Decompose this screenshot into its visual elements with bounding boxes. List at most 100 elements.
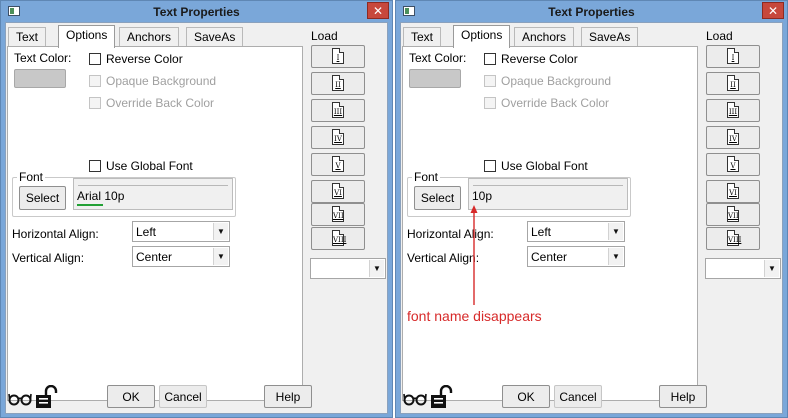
document-icon: II <box>332 75 344 91</box>
text-color-swatch[interactable] <box>14 69 66 88</box>
load-button-4[interactable]: IV <box>311 126 365 149</box>
chevron-down-icon[interactable]: ▼ <box>213 223 228 240</box>
vertical-align-value: Center <box>531 250 568 264</box>
chevron-down-icon[interactable]: ▼ <box>369 260 384 277</box>
document-icon: VIII <box>332 230 346 246</box>
tab-options[interactable]: Options <box>58 25 116 48</box>
font-name: Arial <box>77 189 102 203</box>
load-button-2[interactable]: II <box>706 72 760 95</box>
font-size: 10p <box>104 189 125 203</box>
tab-anchors[interactable]: Anchors <box>119 27 180 47</box>
load-button-1[interactable]: I <box>311 45 365 68</box>
dialog-client: Text Options Anchors SaveAs Text Color: … <box>5 22 388 414</box>
use-global-font-label: Use Global Font <box>501 159 588 173</box>
cancel-button[interactable]: Cancel <box>159 385 207 408</box>
load-dropdown[interactable]: ▼ <box>705 258 781 279</box>
glasses-icon[interactable] <box>403 388 427 408</box>
document-icon: VI <box>727 183 739 199</box>
chevron-down-icon[interactable]: ▼ <box>764 260 779 277</box>
document-icon: VIII <box>727 230 741 246</box>
font-name-underline <box>77 204 103 206</box>
tab-saveas[interactable]: SaveAs <box>186 27 244 47</box>
tab-text[interactable]: Text <box>403 27 442 47</box>
font-display-text: Arial 10p <box>77 189 124 203</box>
tab-anchors[interactable]: Anchors <box>514 27 575 47</box>
horizontal-align-label: Horizontal Align: <box>12 227 99 241</box>
font-display-rule <box>473 185 623 186</box>
options-panel: Text Color: Reverse Color Opaque Backgro… <box>7 46 303 401</box>
load-button-5[interactable]: V <box>706 153 760 176</box>
close-button[interactable]: ✕ <box>367 2 389 19</box>
font-group-label: Font <box>17 170 46 184</box>
opaque-background-checkbox[interactable] <box>484 75 496 87</box>
dialog-footer: OK Cancel Help <box>6 383 387 413</box>
vertical-align-select[interactable]: Center ▼ <box>527 246 625 267</box>
help-button[interactable]: Help <box>264 385 312 408</box>
tab-saveas[interactable]: SaveAs <box>581 27 639 47</box>
document-icon: III <box>332 102 344 118</box>
unlocked-padlock-icon[interactable] <box>35 385 59 409</box>
text-color-swatch[interactable] <box>409 69 461 88</box>
use-global-font-checkbox[interactable] <box>89 160 101 172</box>
document-icon: VI <box>332 183 344 199</box>
font-display: Arial 10p <box>73 178 233 210</box>
close-button[interactable]: ✕ <box>762 2 784 19</box>
load-button-7[interactable]: VII <box>311 203 365 226</box>
opaque-background-checkbox[interactable] <box>89 75 101 87</box>
load-button-6[interactable]: VI <box>311 180 365 203</box>
horizontal-align-select[interactable]: Left ▼ <box>132 221 230 242</box>
load-button-3[interactable]: III <box>706 99 760 122</box>
horizontal-align-select[interactable]: Left ▼ <box>527 221 625 242</box>
help-button[interactable]: Help <box>659 385 707 408</box>
font-group: Font Select Arial 10p <box>12 170 236 217</box>
dialog-client: Text Options Anchors SaveAs Text Color: … <box>400 22 783 414</box>
document-icon: VII <box>332 206 344 222</box>
vertical-align-select[interactable]: Center ▼ <box>132 246 230 267</box>
text-color-label: Text Color: <box>409 51 467 65</box>
dialog-footer: OK Cancel Help <box>401 383 782 413</box>
horizontal-align-value: Left <box>531 225 552 239</box>
tab-text[interactable]: Text <box>8 27 47 47</box>
ok-button[interactable]: OK <box>107 385 155 408</box>
document-icon: V <box>727 156 739 172</box>
load-dropdown[interactable]: ▼ <box>310 258 386 279</box>
document-icon: III <box>727 102 739 118</box>
document-icon: VII <box>727 206 739 222</box>
document-icon: I <box>332 48 344 64</box>
text-properties-window-left: Text Properties ✕ Text Options Anchors S… <box>0 0 393 418</box>
document-icon: V <box>332 156 344 172</box>
override-back-color-checkbox[interactable] <box>89 97 101 109</box>
horizontal-align-label: Horizontal Align: <box>407 227 494 241</box>
text-color-label: Text Color: <box>14 51 72 65</box>
select-font-button[interactable]: Select <box>19 186 66 210</box>
title-bar[interactable]: Text Properties ✕ <box>1 1 392 22</box>
reverse-color-checkbox[interactable] <box>89 53 101 65</box>
chevron-down-icon[interactable]: ▼ <box>608 248 623 265</box>
load-button-8[interactable]: VIII <box>311 227 365 250</box>
chevron-down-icon[interactable]: ▼ <box>213 248 228 265</box>
horizontal-align-value: Left <box>136 225 157 239</box>
select-font-button[interactable]: Select <box>414 186 461 210</box>
load-button-1[interactable]: I <box>706 45 760 68</box>
load-button-4[interactable]: IV <box>706 126 760 149</box>
override-back-color-checkbox[interactable] <box>484 97 496 109</box>
load-button-6[interactable]: VI <box>706 180 760 203</box>
opaque-background-label: Opaque Background <box>106 74 217 88</box>
cancel-button[interactable]: Cancel <box>554 385 602 408</box>
load-button-3[interactable]: III <box>311 99 365 122</box>
load-button-8[interactable]: VIII <box>706 227 760 250</box>
chevron-down-icon[interactable]: ▼ <box>608 223 623 240</box>
unlocked-padlock-icon[interactable] <box>430 385 454 409</box>
tab-strip: Text Options Anchors SaveAs <box>6 25 306 48</box>
document-icon: IV <box>727 129 739 145</box>
load-button-5[interactable]: V <box>311 153 365 176</box>
glasses-icon[interactable] <box>8 388 32 408</box>
tab-options[interactable]: Options <box>453 25 511 48</box>
load-button-7[interactable]: VII <box>706 203 760 226</box>
use-global-font-checkbox[interactable] <box>484 160 496 172</box>
load-button-2[interactable]: II <box>311 72 365 95</box>
reverse-color-checkbox[interactable] <box>484 53 496 65</box>
title-bar[interactable]: Text Properties ✕ <box>396 1 787 22</box>
ok-button[interactable]: OK <box>502 385 550 408</box>
reverse-color-label: Reverse Color <box>106 52 183 66</box>
